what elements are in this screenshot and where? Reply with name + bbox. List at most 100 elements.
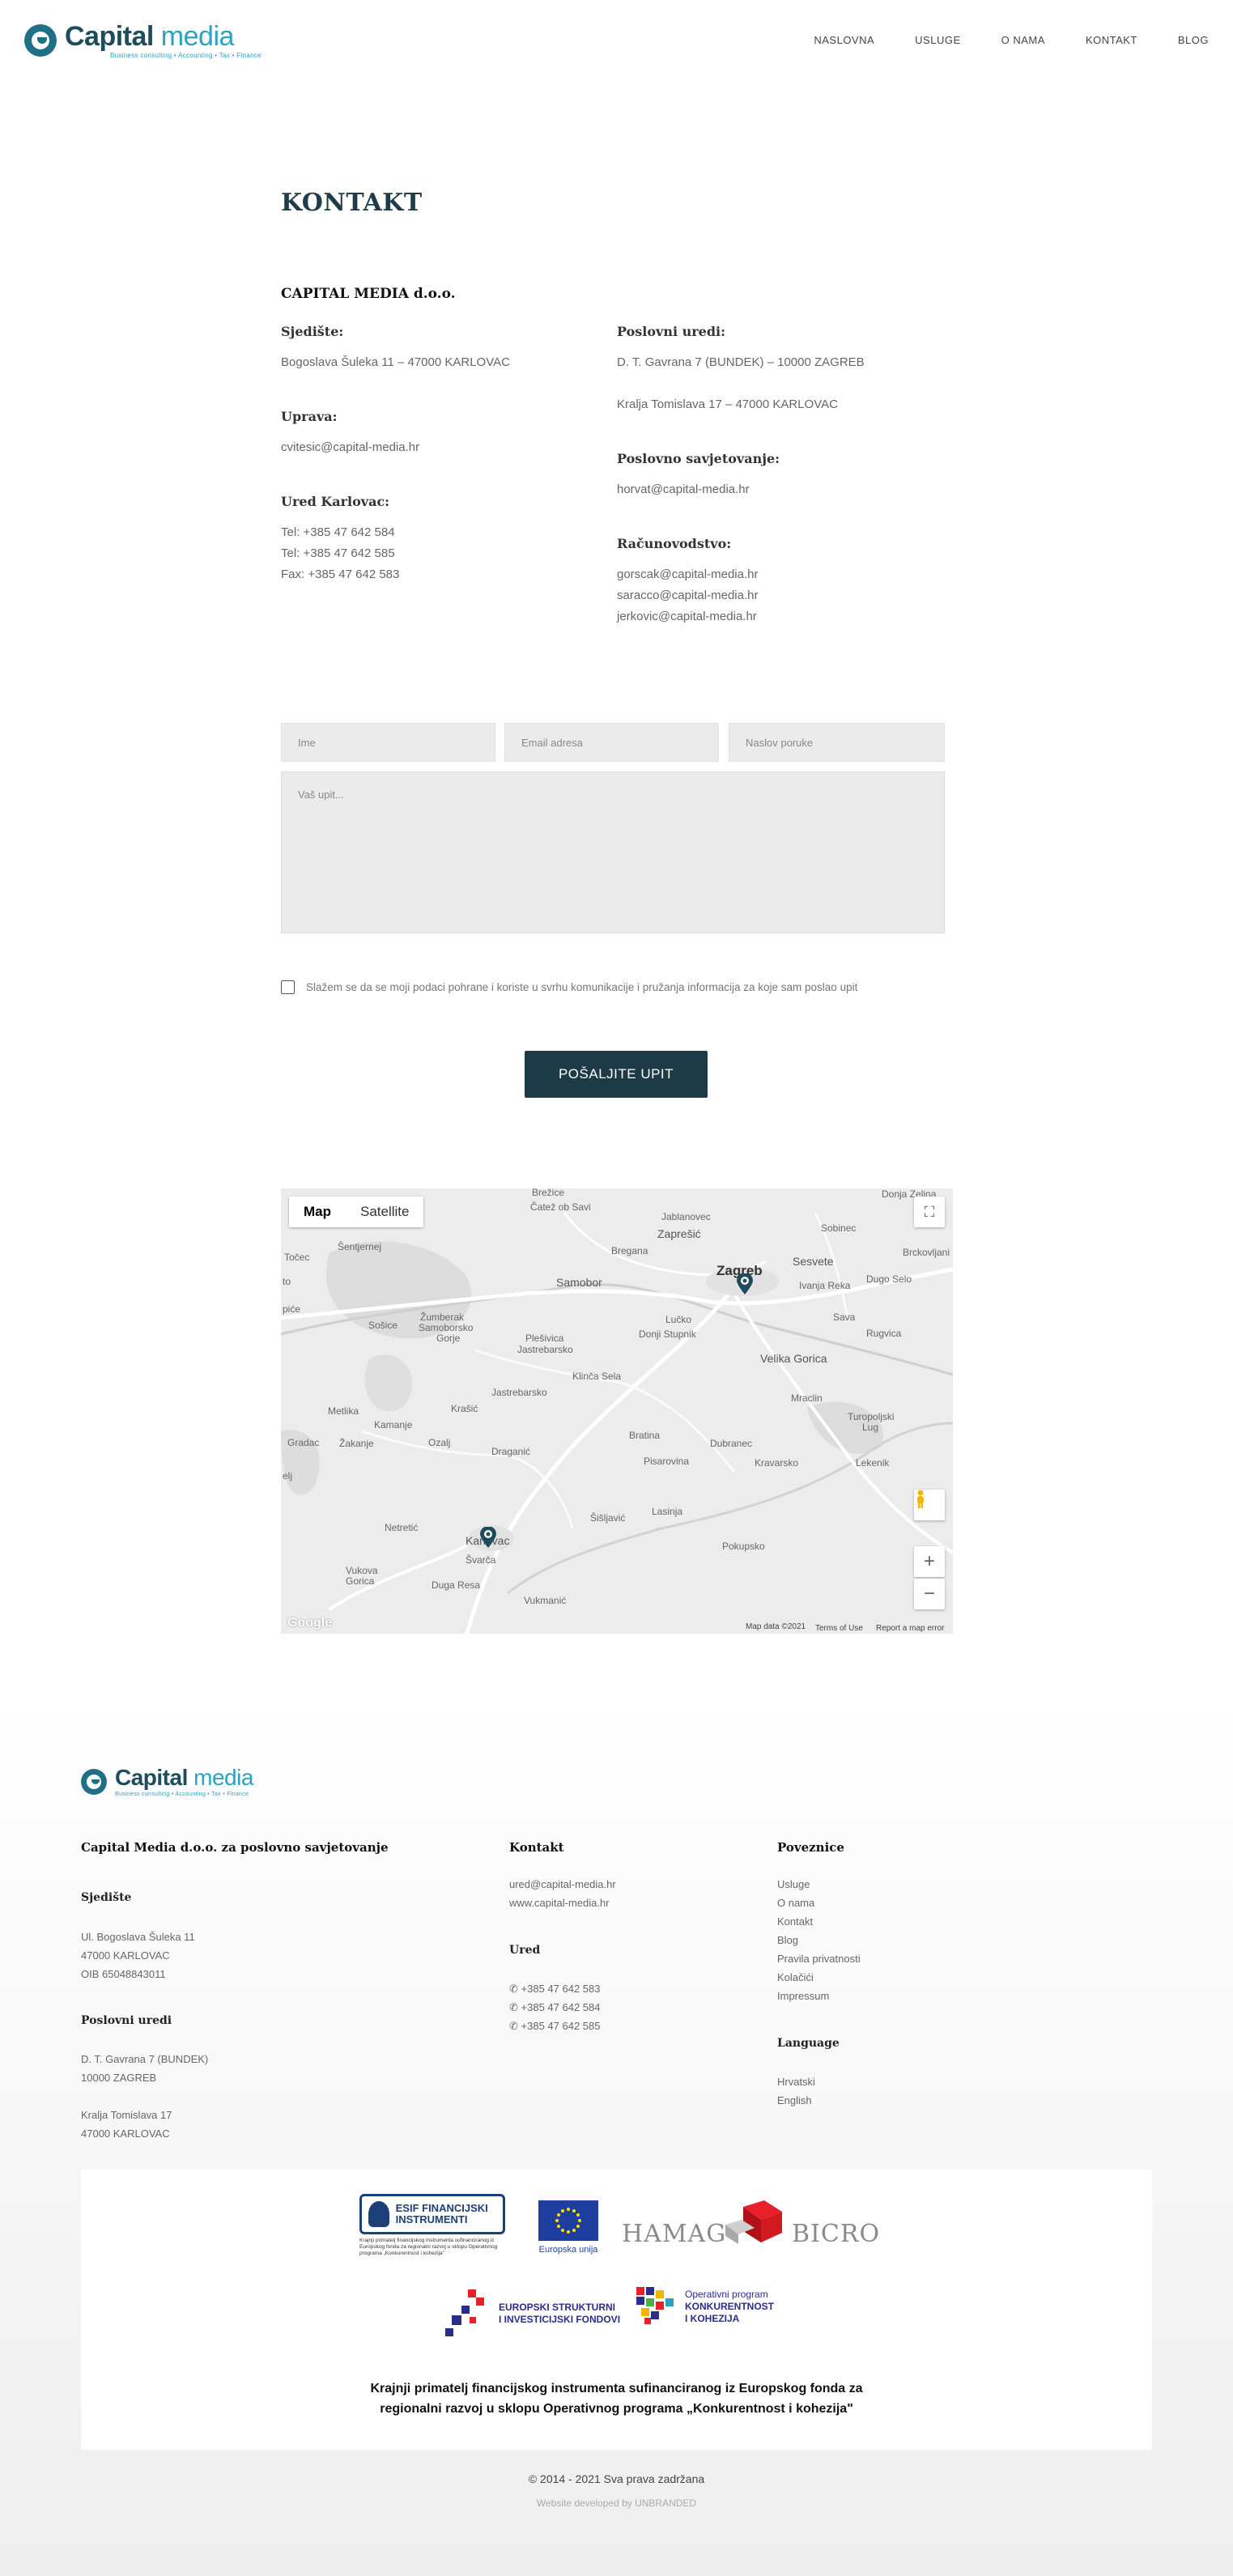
savjetovanje-email[interactable]: horvat@capital-media.hr <box>617 479 957 500</box>
phone-icon: ✆ <box>509 2020 521 2032</box>
map-label-zumberak-3: Gorje <box>436 1333 461 1344</box>
subject-input[interactable]: Naslov poruke <box>729 723 945 762</box>
footer-logo[interactable]: Capital media Business consulting • Acco… <box>81 1766 253 1797</box>
footer-email-link[interactable]: ured@capital-media.hr <box>509 1875 616 1894</box>
ured-karlovac-label: Ured Karlovac: <box>281 494 390 509</box>
map-label-bregana: Bregana <box>611 1245 648 1256</box>
ured-phone-2: Tel: +385 47 642 585 <box>281 546 395 560</box>
map-label-jastrebarsko-2: Jastrebarsko <box>517 1344 573 1355</box>
map-label-sosice: Sošice <box>368 1320 398 1331</box>
footer-link-o-nama[interactable]: O nama <box>777 1894 861 1912</box>
map-terms-link[interactable]: Terms of Use <box>815 1624 863 1633</box>
map-label-pice: piće <box>283 1303 301 1315</box>
consent-text: Slažem se da se moji podaci pohrane i ko… <box>306 981 858 993</box>
map-label-pisarovina: Pisarovina <box>644 1456 690 1467</box>
map-label-krasic: Krašić <box>451 1403 478 1414</box>
email-input[interactable]: Email adresa <box>504 723 719 762</box>
footer-link-privatnost[interactable]: Pravila privatnosti <box>777 1949 861 1968</box>
map-pin-zagreb[interactable] <box>737 1273 753 1294</box>
footer-language-label: Language <box>777 2037 840 2050</box>
map-data-credit: Map data ©2021 <box>746 1622 806 1631</box>
footer-poslovni-addresses: D. T. Gavrana 7 (BUNDEK) 10000 ZAGREB Kr… <box>81 2053 209 2140</box>
map-label-draganic: Draganić <box>491 1446 531 1457</box>
map-label-sentjernej: Šentjernej <box>338 1241 382 1252</box>
nav-kontakt[interactable]: KONTAKT <box>1086 34 1137 46</box>
map-label-tocec: Točec <box>284 1252 310 1263</box>
map-label-vukmanic: Vukmanić <box>524 1595 567 1606</box>
map-label-bratina: Bratina <box>629 1430 661 1441</box>
map-tab-map[interactable]: Map <box>289 1197 346 1227</box>
logo-icon <box>24 24 57 57</box>
map-label-ivanja-reka: Ivanja Reka <box>799 1280 851 1291</box>
map-label-jablanovec: Jablanovec <box>661 1211 711 1222</box>
map-label-samobor: Samobor <box>556 1276 602 1289</box>
map-label-brckovljani: Brckovljani <box>903 1247 950 1258</box>
zoom-in-icon[interactable]: + <box>914 1546 945 1577</box>
footer-poveznice-list: Usluge O nama Kontakt Blog Pravila priva… <box>777 1875 861 2005</box>
map-pin-karlovac[interactable] <box>480 1527 496 1548</box>
footer-link-kolacici[interactable]: Kolačići <box>777 1968 861 1987</box>
uprava-label: Uprava: <box>281 409 338 424</box>
map-label-ozalj: Ozalj <box>428 1437 451 1448</box>
footer-link-blog[interactable]: Blog <box>777 1931 861 1949</box>
nav-o-nama[interactable]: O NAMA <box>1001 34 1045 46</box>
developer-credit[interactable]: Website developed by UNBRANDED <box>0 2497 1233 2509</box>
racunovodstvo-email-3[interactable]: jerkovic@capital-media.hr <box>617 606 957 627</box>
google-map[interactable]: Zagreb Zaprešić Samobor Velika Gorica Ka… <box>281 1188 953 1634</box>
map-label-to: to <box>283 1276 291 1287</box>
uprava-email[interactable]: cvitesic@capital-media.hr <box>281 437 589 458</box>
footer-link-usluge[interactable]: Usluge <box>777 1875 861 1894</box>
submit-button[interactable]: POŠALJITE UPIT <box>525 1051 708 1098</box>
message-textarea[interactable]: Vaš upit... <box>281 772 945 933</box>
nav-blog[interactable]: BLOG <box>1178 34 1209 46</box>
map-label-lucko: Lučko <box>665 1314 692 1325</box>
footer-sjediste-label: Sjedište <box>81 1891 132 1904</box>
footer-phone-2[interactable]: ✆ +385 47 642 584 <box>509 1998 600 2017</box>
map-label-gorica: Gorica <box>346 1575 375 1587</box>
logo-tagline: Business consulting • Accounting • Tax •… <box>110 52 261 59</box>
racunovodstvo-email-2[interactable]: saracco@capital-media.hr <box>617 585 957 606</box>
language-hrvatski[interactable]: Hrvatski <box>777 2072 815 2091</box>
footer-sjediste-address: Ul. Bogoslava Šuleka 11 47000 KARLOVAC O… <box>81 1931 195 1980</box>
footer-link-impressum[interactable]: Impressum <box>777 1987 861 2005</box>
map-label-lasinja: Lasinja <box>652 1506 683 1517</box>
footer-link-kontakt[interactable]: Kontakt <box>777 1912 861 1931</box>
page-title: KONTAKT <box>281 189 423 217</box>
hamag-bicro-logo: HAMAG BICRO <box>622 2200 885 2249</box>
site-header: Capital media Business consulting • Acco… <box>0 0 1233 81</box>
footer-kontakt-list: ured@capital-media.hr www.capital-media.… <box>509 1875 616 1912</box>
eu-logo: Europska unija <box>538 2200 598 2255</box>
main-nav: NASLOVNA USLUGE O NAMA KONTAKT BLOG <box>814 34 1209 46</box>
map-label-sisljavic: Šišljavić <box>590 1512 626 1524</box>
racunovodstvo-email-1[interactable]: gorscak@capital-media.hr <box>617 564 957 585</box>
consent-checkbox[interactable] <box>281 980 295 994</box>
savjetovanje-label: Poslovno savjetovanje: <box>617 451 780 466</box>
esif-logo: ESIF FINANCIJSKI INSTRUMENTI Krajnji pri… <box>359 2194 505 2257</box>
language-english[interactable]: English <box>777 2091 815 2110</box>
nav-naslovna[interactable]: NASLOVNA <box>814 34 874 46</box>
map-tab-satellite[interactable]: Satellite <box>346 1197 423 1227</box>
funding-statement: Krajnji primatelj financijskog instrumen… <box>370 2382 863 2416</box>
database-check-icon <box>368 2201 389 2227</box>
pegman-icon[interactable] <box>914 1490 945 1520</box>
poslovni-ured-karlovac: Kralja Tomislava 17 – 47000 KARLOVAC <box>617 397 838 411</box>
map-label-lug: Lug <box>862 1422 879 1433</box>
fullscreen-icon[interactable]: ⛶ <box>914 1197 945 1227</box>
footer-website-link[interactable]: www.capital-media.hr <box>509 1894 616 1912</box>
nav-usluge[interactable]: USLUGE <box>915 34 960 46</box>
google-logo: Google <box>287 1616 333 1630</box>
map-label-sobinec: Sobinec <box>821 1222 857 1234</box>
name-input[interactable]: Ime <box>281 723 495 762</box>
map-label-brezice: Brežice <box>532 1188 565 1198</box>
consent-row: Slažem se da se moji podaci pohrane i ko… <box>281 980 857 994</box>
footer-poslovni-label: Poslovni uredi <box>81 2014 172 2027</box>
site-logo[interactable]: Capital media Business consulting • Acco… <box>24 23 261 59</box>
map-label-donji-stupnik: Donji Stupnik <box>639 1328 696 1340</box>
footer-kontakt-label: Kontakt <box>509 1840 564 1855</box>
zoom-out-icon[interactable]: − <box>914 1579 945 1609</box>
footer-ured-label: Ured <box>509 1944 541 1957</box>
footer-phone-3[interactable]: ✆ +385 47 642 585 <box>509 2017 600 2035</box>
map-label-velika-gorica: Velika Gorica <box>760 1352 827 1365</box>
map-report-link[interactable]: Report a map error <box>876 1624 944 1633</box>
footer-phone-1[interactable]: ✆ +385 47 642 583 <box>509 1979 600 1998</box>
